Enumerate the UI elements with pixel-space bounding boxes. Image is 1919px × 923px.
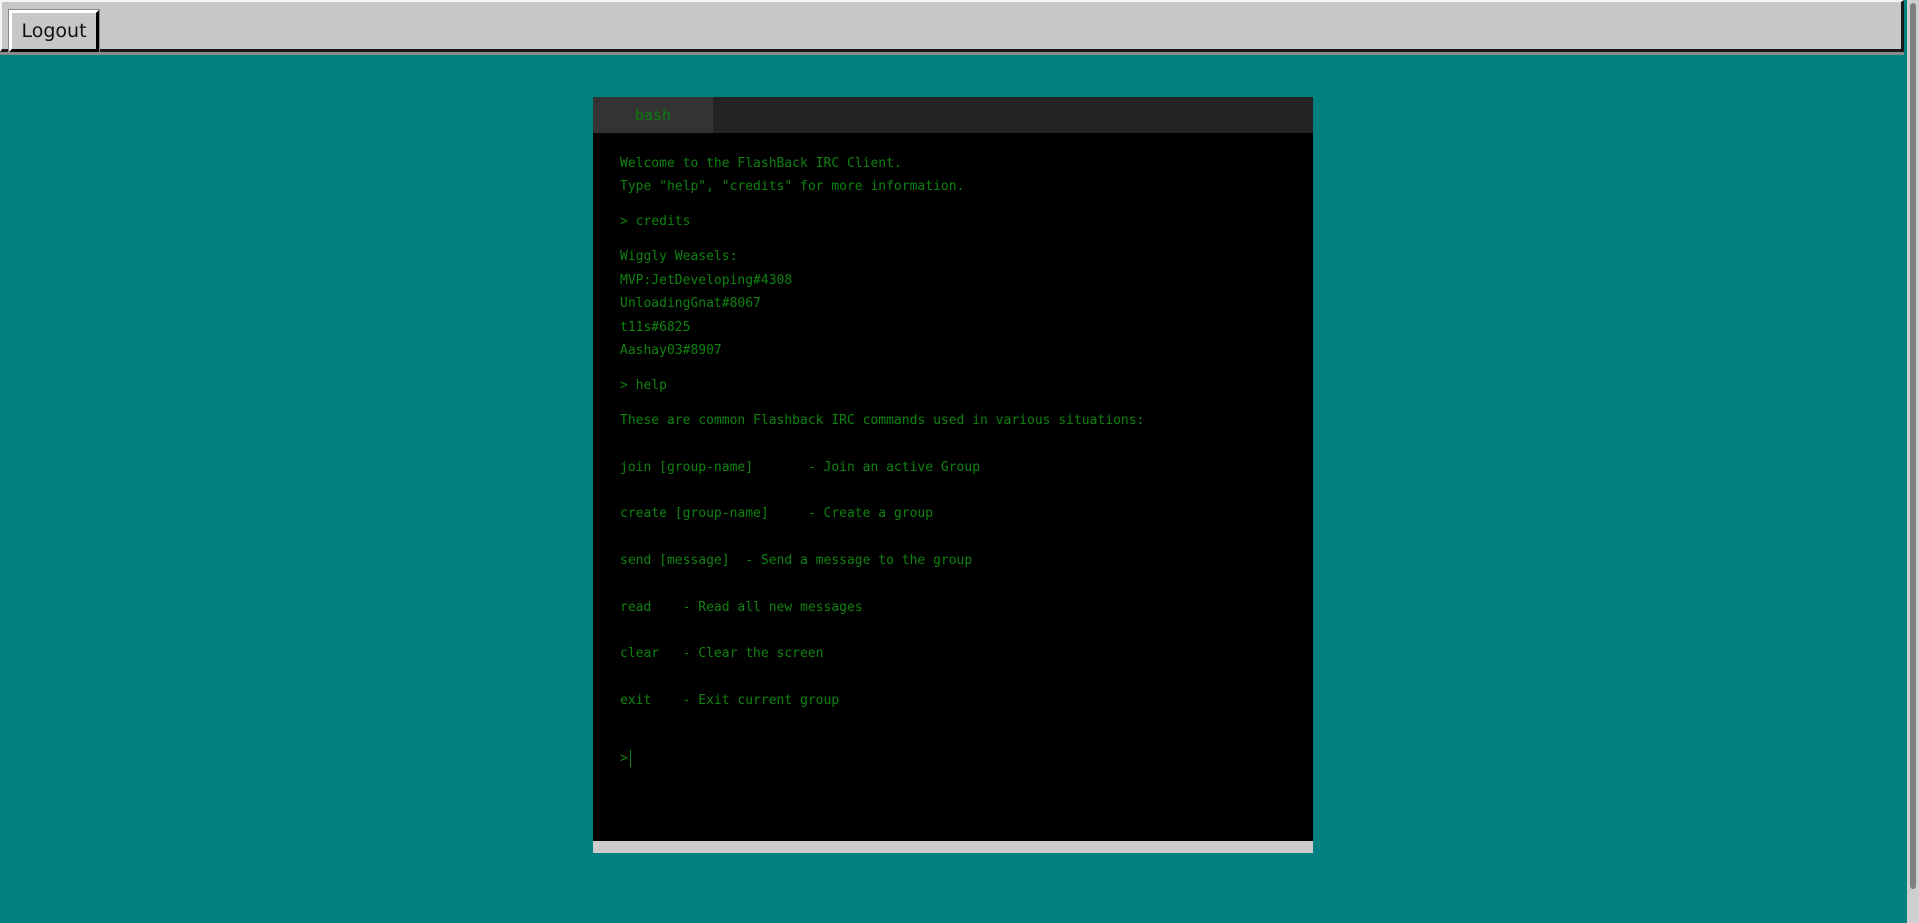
credits-member: Aashay03#8907 [620, 343, 722, 358]
help-command-exit: exit - Exit current group [620, 693, 840, 708]
page-scrollbar[interactable] [1907, 0, 1919, 923]
output-line-hint: Type "help", "credits" for more informat… [620, 179, 965, 194]
terminal-footer-bar [593, 841, 1313, 853]
tab-bash[interactable]: bash [593, 97, 713, 133]
top-toolbar: Logout [0, 0, 1904, 53]
logout-button[interactable]: Logout [8, 9, 100, 53]
credits-team-name: Wiggly Weasels: [620, 249, 738, 264]
help-command-create: create [group-name] - Create a group [620, 506, 934, 521]
credits-member: MVP:JetDeveloping#4308 [620, 273, 793, 288]
terminal-window: bash Welcome to the FlashBack IRC Client… [593, 97, 1313, 853]
toolbar-shadow [0, 52, 1904, 55]
credits-member: t11s#6825 [620, 320, 691, 335]
output-line-welcome: Welcome to the FlashBack IRC Client. [620, 156, 902, 171]
command-prompt[interactable]: > [620, 750, 631, 767]
help-command-join: join [group-name] - Join an active Group [620, 460, 981, 475]
terminal-output[interactable]: Welcome to the FlashBack IRC Client. Typ… [593, 133, 1313, 841]
help-intro: These are common Flashback IRC commands … [620, 413, 1145, 428]
help-command-read: read - Read all new messages [620, 600, 863, 615]
help-command-send: send [message] - Send a message to the g… [620, 553, 973, 568]
help-command-clear: clear - Clear the screen [620, 646, 824, 661]
credits-member: UnloadingGnat#8067 [620, 296, 761, 311]
terminal-tab-bar: bash [593, 97, 1313, 133]
command-line-credits: > credits [620, 214, 691, 229]
command-line-help: > help [620, 378, 667, 393]
scrollbar-thumb[interactable] [1910, 3, 1916, 889]
